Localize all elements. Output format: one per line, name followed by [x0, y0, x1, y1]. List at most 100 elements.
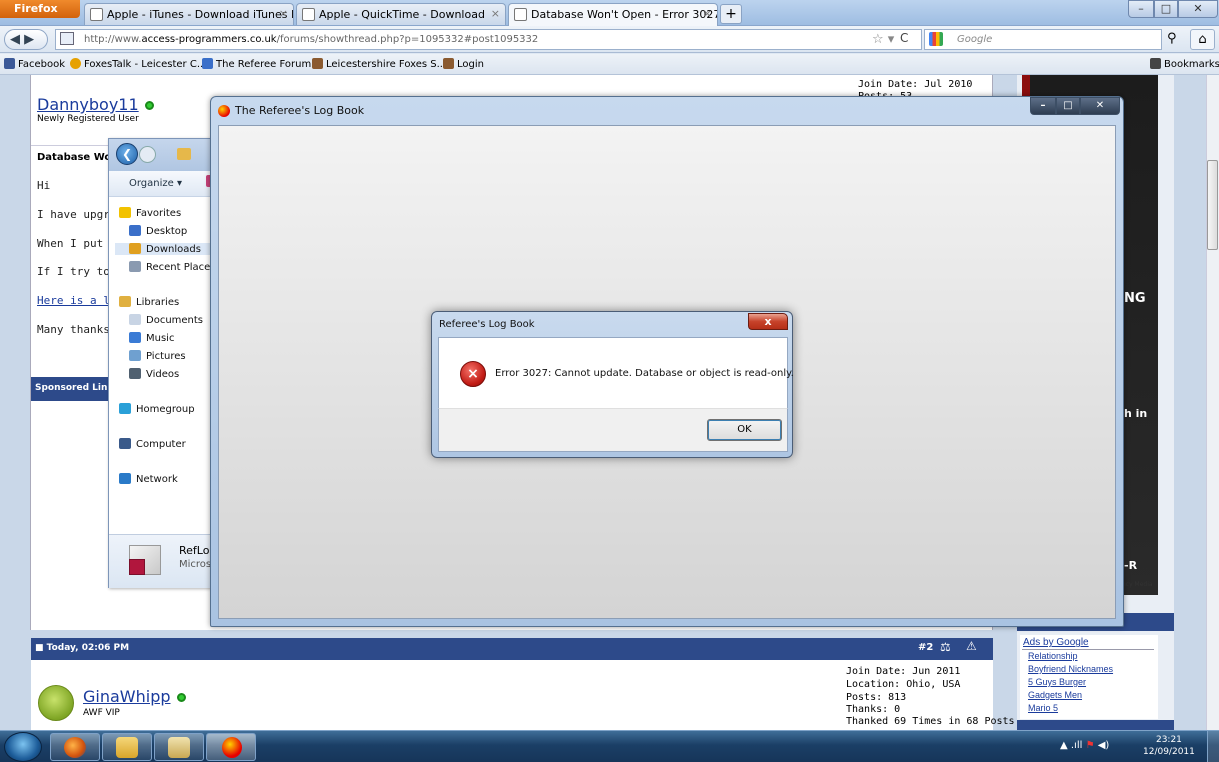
bookmark-referee-forum[interactable]: The Referee Forum [202, 58, 311, 70]
bookmark-facebook[interactable]: Facebook [4, 58, 65, 70]
explorer-nav-desktop[interactable]: Desktop [129, 225, 187, 237]
clock-time: 23:21 [1155, 735, 1182, 745]
firefox-menu-button[interactable]: Firefox [0, 0, 80, 18]
google-icon[interactable] [929, 32, 943, 46]
new-tab-button[interactable]: + [720, 4, 742, 24]
back-arrow-icon[interactable]: ❮ [116, 143, 138, 165]
clock[interactable]: 23:21 12/09/2011 [1143, 734, 1195, 758]
explorer-nav-homegroup[interactable]: Homegroup [119, 403, 195, 415]
tab-itunes[interactable]: Apple - iTunes - Download iTunes N... × [84, 3, 294, 25]
explorer-nav-label: Favorites [136, 208, 182, 219]
tab-close-icon[interactable]: × [279, 7, 288, 20]
post-author-username[interactable]: GinaWhipp [83, 687, 186, 706]
tab-label: Apple - iTunes - Download iTunes N... [107, 8, 294, 21]
bookmark-star-icon[interactable]: ☆ ▾ [872, 32, 894, 47]
back-forward-buttons[interactable]: ◀ ▶ [4, 29, 48, 50]
explorer-nav-pictures[interactable]: Pictures [129, 350, 186, 362]
scrollbar-thumb[interactable] [1207, 160, 1218, 250]
forward-arrow-icon[interactable] [139, 146, 156, 163]
browser-titlebar: Firefox Apple - iTunes - Download iTunes… [0, 0, 1219, 26]
explorer-nav-computer[interactable]: Computer [119, 438, 186, 450]
explorer-nav-documents[interactable]: Documents [129, 314, 203, 326]
start-button[interactable] [4, 732, 42, 762]
taskbar-explorer[interactable] [102, 733, 152, 761]
bookmarks-icon [1150, 58, 1161, 69]
explorer-nav-music[interactable]: Music [129, 332, 174, 344]
report-icon[interactable]: ⚠ [966, 639, 977, 653]
home-icon[interactable]: ⌂ [1190, 29, 1215, 50]
ad-text: NG [1124, 291, 1146, 306]
explorer-nav-label: Music [146, 333, 175, 344]
login-icon [443, 58, 454, 69]
favorites-icon [119, 207, 131, 218]
tab-quicktime[interactable]: Apple - QuickTime - Download × [296, 3, 506, 25]
explorer-nav-network[interactable]: Network [119, 473, 178, 485]
ad-link[interactable]: Relationship [1028, 651, 1078, 661]
system-tray[interactable]: ▲ .ıll ⚑ ◀) [1060, 740, 1109, 751]
explorer-nav-videos[interactable]: Videos [129, 368, 179, 380]
explorer-nav-favorites[interactable]: Favorites [119, 207, 181, 219]
post-author-username[interactable]: Dannyboy11 [37, 95, 154, 114]
tab-database-error[interactable]: Database Won't Open - Error 3027 - ... × [508, 3, 718, 26]
error-message: Error 3027: Cannot update. Database or o… [495, 368, 794, 379]
ad-text: -R [1124, 559, 1138, 572]
tab-close-icon[interactable]: × [491, 7, 500, 20]
join-date: Join Date: Jun 2011 [846, 666, 961, 677]
tab-close-icon[interactable]: × [703, 7, 712, 20]
recent-places-icon [129, 261, 141, 272]
url-bar[interactable]: http://www.access-programmers.co.uk/foru… [55, 29, 922, 50]
tab-label: Database Won't Open - Error 3027 - ... [531, 8, 718, 21]
ads-by-google-link[interactable]: Ads by Google [1023, 637, 1089, 648]
taskbar-firefox[interactable] [50, 733, 100, 761]
ad-link[interactable]: Boyfriend Nicknames [1028, 664, 1113, 674]
bookmarks-menu[interactable]: Bookmarks [1150, 58, 1219, 70]
reload-icon[interactable]: C [900, 31, 908, 45]
show-desktop-button[interactable] [1207, 731, 1219, 762]
logbook-app-icon [222, 737, 242, 758]
foxestalk-icon [70, 58, 81, 69]
logbook-close-button[interactable]: ✕ [1080, 97, 1120, 115]
ad-link[interactable]: Gadgets Men [1028, 690, 1082, 700]
network-icon[interactable]: ⚑ [1086, 740, 1095, 751]
music-icon [129, 332, 141, 343]
computer-icon [119, 438, 131, 449]
scales-icon[interactable]: ⚖ [940, 640, 951, 654]
ad-link[interactable]: Mario 5 [1028, 703, 1058, 713]
logbook-window-controls: – □ ✕ [1030, 97, 1120, 115]
facebook-icon [4, 58, 15, 69]
downloads-icon [129, 243, 141, 254]
search-input[interactable]: Google [924, 29, 1162, 50]
post-header-bar: ■ Today, 02:06 PM [31, 638, 993, 660]
bookmark-foxestalk[interactable]: FoxesTalk - Leicester C... [70, 58, 206, 70]
bookmark-leicestershire-foxes[interactable]: Leicestershire Foxes S... [312, 58, 446, 70]
ad-link[interactable]: 5 Guys Burger [1028, 677, 1086, 687]
page-icon [302, 8, 315, 21]
explorer-nav-libraries[interactable]: Libraries [119, 296, 179, 308]
taskbar: ▲ .ıll ⚑ ◀) 23:21 12/09/2011 [0, 730, 1219, 762]
avatar[interactable] [38, 685, 74, 721]
firefox-icon [64, 737, 86, 758]
logbook-minimize-button[interactable]: – [1030, 97, 1056, 115]
post-date: Today, 02:06 PM [46, 643, 130, 653]
bookmark-login[interactable]: Login [443, 58, 484, 70]
dialog-close-button[interactable]: x [748, 313, 788, 330]
explorer-nav-label: Videos [146, 369, 180, 380]
post-text-line: When I put t [37, 237, 117, 250]
taskbar-logbook[interactable] [206, 733, 256, 761]
close-window-button[interactable]: ✕ [1178, 0, 1218, 18]
logbook-maximize-button[interactable]: □ [1056, 97, 1080, 115]
referee-forum-icon [202, 58, 213, 69]
error-dialog[interactable]: Referee's Log Book x × Error 3027: Canno… [431, 311, 794, 458]
explorer-nav-downloads[interactable]: Downloads [115, 243, 225, 255]
ok-button[interactable]: OK [707, 419, 782, 441]
folder-icon [116, 737, 138, 758]
explorer-nav-recent-places[interactable]: Recent Places [129, 261, 216, 273]
site-identity-icon[interactable] [60, 32, 74, 45]
taskbar-explorer-window[interactable] [154, 733, 204, 761]
post-text-line: Many thanks [37, 323, 110, 336]
search-icon[interactable]: ⚲ [1167, 31, 1177, 46]
minimize-button[interactable]: – [1128, 0, 1154, 18]
maximize-button[interactable]: □ [1154, 0, 1178, 18]
post-number[interactable]: #2 [918, 642, 933, 653]
volume-icon[interactable]: ◀) [1098, 740, 1110, 751]
